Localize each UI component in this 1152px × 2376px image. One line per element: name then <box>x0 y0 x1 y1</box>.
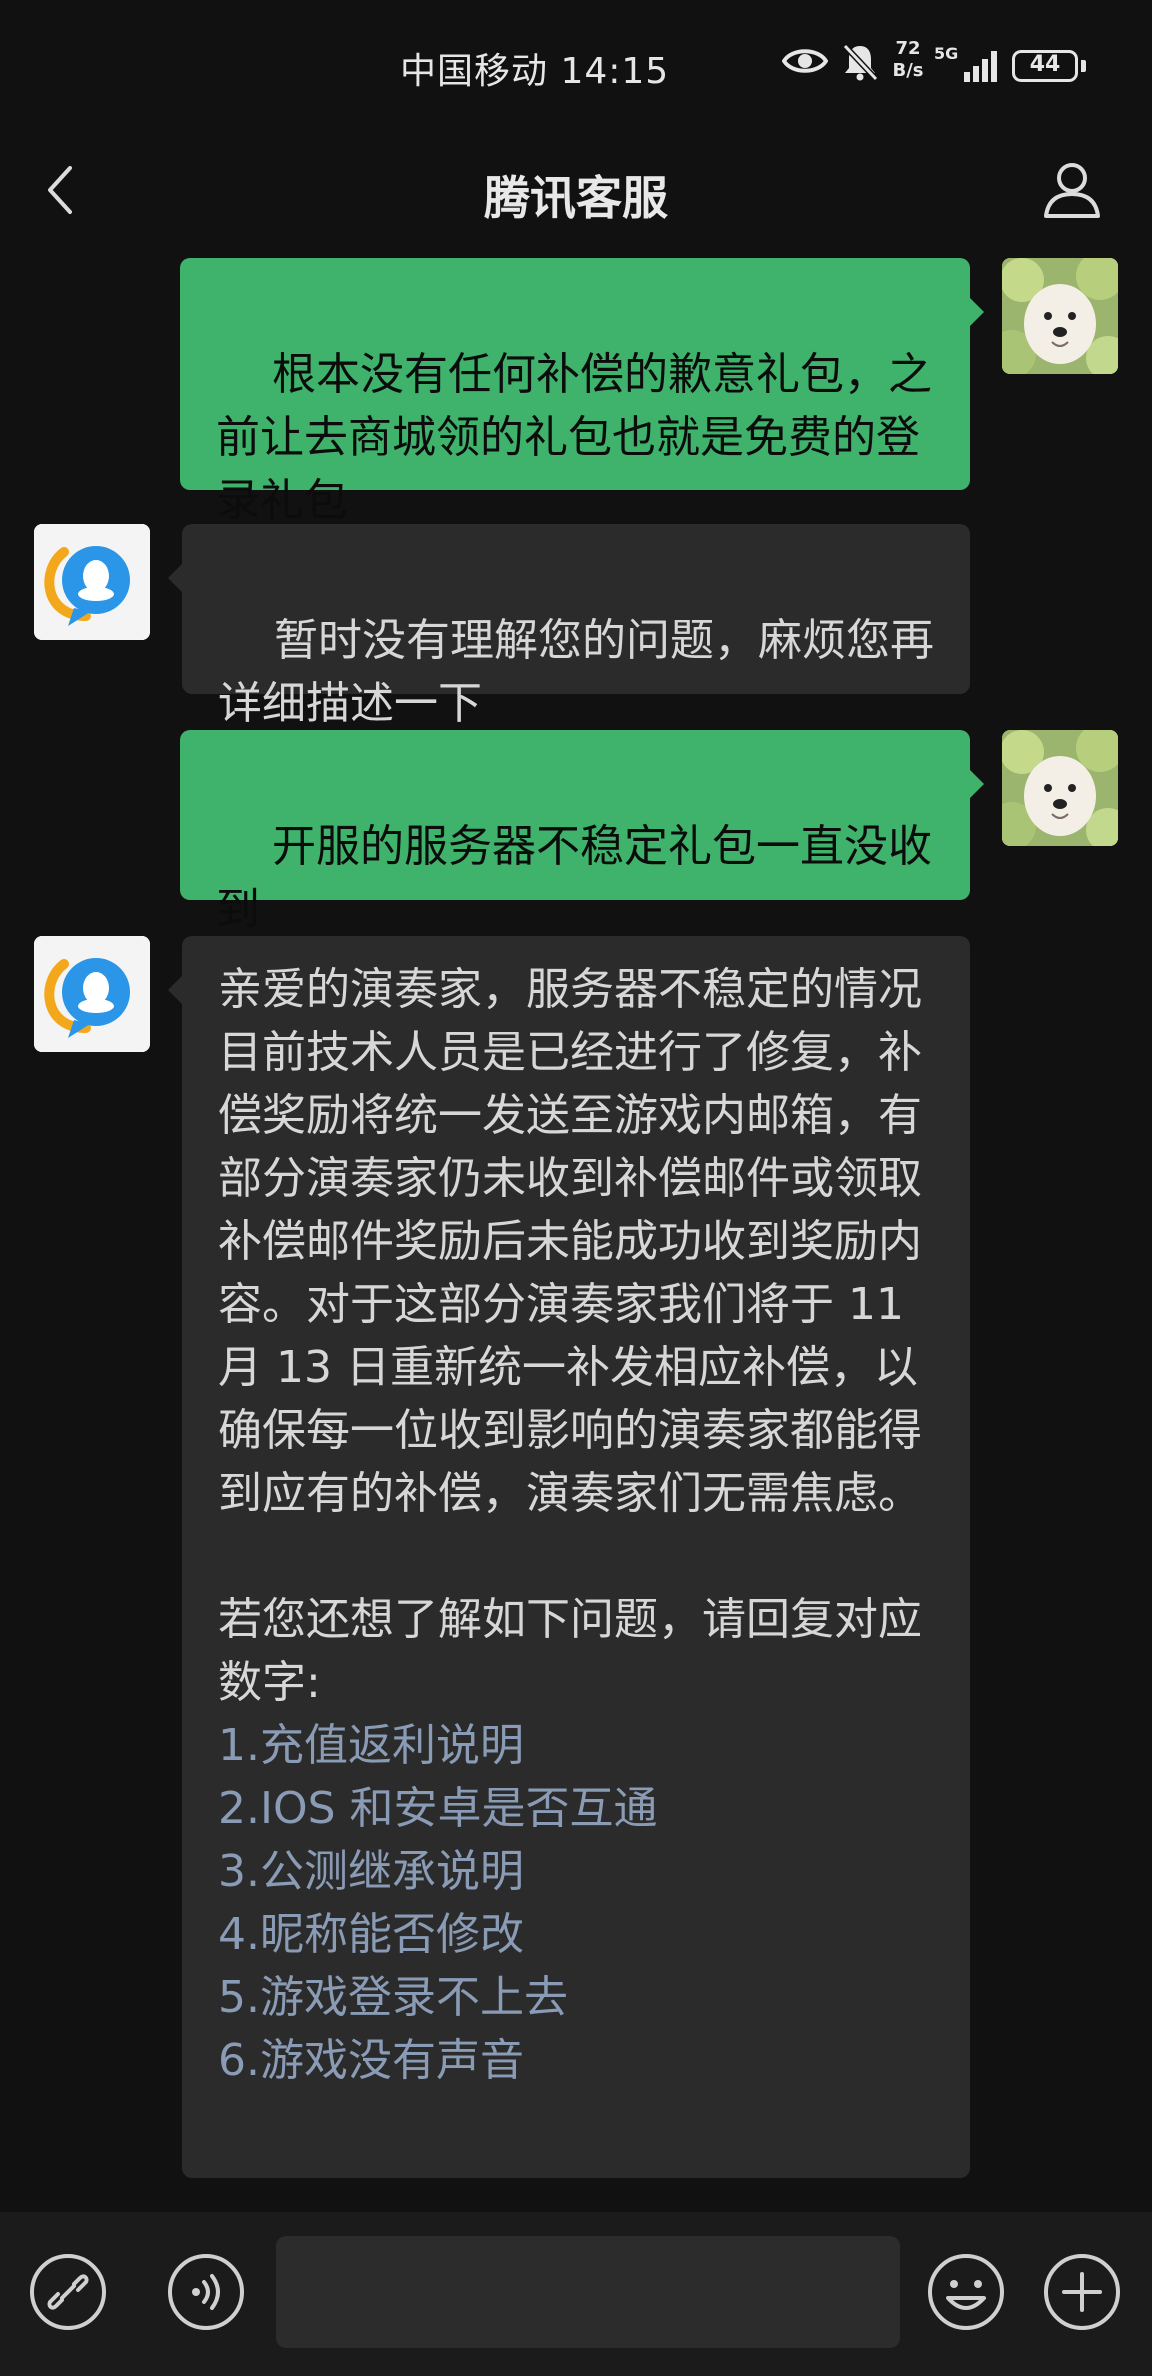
bot-message-bubble[interactable]: 暂时没有理解您的问题，麻烦您再详细描述一下 <box>182 524 970 729</box>
bot-avatar[interactable] <box>34 524 150 640</box>
status-bar: 中国移动 14:15 72 B/s 5G 44 <box>0 0 1152 130</box>
tencent-service-logo <box>34 524 150 640</box>
user-avatar[interactable] <box>1002 258 1118 374</box>
nav-bar: 腾讯客服 <box>0 140 1152 240</box>
profile-icon[interactable] <box>1040 158 1104 222</box>
plus-icon[interactable] <box>1042 2252 1122 2332</box>
input-bar <box>0 2212 1152 2376</box>
option-link[interactable]: 2.IOS 和安卓是否互通 <box>218 1777 934 1840</box>
page-title: 腾讯客服 <box>484 171 668 225</box>
message-text: 根本没有任何补偿的歉意礼包，之前让去商城领的礼包也就是免费的登录礼包 <box>216 349 932 526</box>
message-input[interactable] <box>276 2236 900 2348</box>
bell-off-icon <box>842 43 879 82</box>
option-link[interactable]: 1.充值返利说明 <box>218 1714 934 1777</box>
battery-tip <box>1081 60 1086 72</box>
battery-indicator: 44 <box>1012 50 1078 82</box>
carrier-time: 中国移动 14:15 <box>400 51 670 92</box>
message-text: 开服的服务器不稳定礼包一直没收到 <box>216 821 932 935</box>
net-speed: 72 B/s <box>888 38 928 82</box>
option-link[interactable]: 5.游戏登录不上去 <box>218 1966 934 2029</box>
bubble-tail <box>168 976 182 1004</box>
option-link[interactable]: 3.公测继承说明 <box>218 1840 934 1903</box>
tencent-service-logo <box>34 936 150 1052</box>
bot-avatar[interactable] <box>34 936 150 1052</box>
voice-icon[interactable] <box>166 2252 246 2332</box>
user-avatar[interactable] <box>1002 730 1118 846</box>
option-link[interactable]: 4.昵称能否修改 <box>218 1903 934 1966</box>
bubble-tail <box>970 770 984 798</box>
link-icon[interactable] <box>28 2252 108 2332</box>
user-message-bubble[interactable]: 开服的服务器不稳定礼包一直没收到 <box>180 730 970 935</box>
message-text: 暂时没有理解您的问题，麻烦您再详细描述一下 <box>218 615 934 729</box>
options-prompt: 若您还想了解如下问题，请回复对应数字: <box>218 1594 922 1708</box>
dog-avatar-image <box>1002 258 1118 374</box>
emoji-icon[interactable] <box>926 2252 1006 2332</box>
net-speed-unit: B/s <box>892 60 924 81</box>
dog-avatar-image <box>1002 730 1118 846</box>
message-text: 亲爱的演奏家，服务器不稳定的情况目前技术人员是已经进行了修复，补偿奖励将统一发送… <box>218 964 922 1519</box>
bubble-tail <box>970 298 984 326</box>
status-icons: 72 B/s 5G 44 <box>782 38 1092 90</box>
user-message-bubble[interactable]: 根本没有任何补偿的歉意礼包，之前让去商城领的礼包也就是免费的登录礼包 <box>180 258 970 526</box>
eye-icon <box>782 49 828 73</box>
signal-icon <box>964 51 997 82</box>
net-speed-value: 72 <box>895 38 921 59</box>
bot-message-bubble[interactable]: 亲爱的演奏家，服务器不稳定的情况目前技术人员是已经进行了修复，补偿奖励将统一发送… <box>182 936 970 2178</box>
bubble-tail <box>168 564 182 592</box>
option-link[interactable]: 6.游戏没有声音 <box>218 2029 934 2092</box>
